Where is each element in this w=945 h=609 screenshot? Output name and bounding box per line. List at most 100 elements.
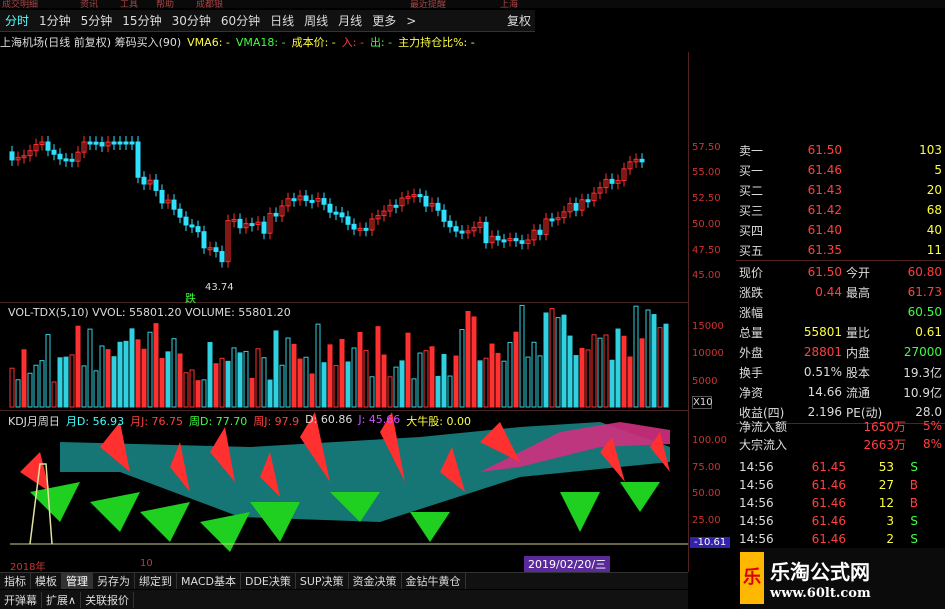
tab-dde[interactable]: DDE决策	[241, 573, 296, 589]
stat-value: 19.3亿	[903, 365, 942, 380]
top-menu-strip: 成交明细 资讯 工具 帮助 成都银 最近提醒 上海	[0, 0, 945, 10]
price-axis-label: 57.50	[692, 142, 721, 153]
restore-rights-button[interactable]: 复权	[507, 12, 535, 29]
tick-side: S	[910, 532, 918, 546]
flow-value: 2663万	[863, 437, 906, 452]
volume-bar	[33, 364, 39, 408]
stat-label: 现价	[739, 265, 764, 280]
period-tab-minute[interactable]: 分时	[0, 12, 34, 29]
candle-body	[609, 178, 615, 184]
tab-macd[interactable]: MACD基本	[177, 573, 241, 589]
tab-bind-to[interactable]: 绑定到	[135, 573, 177, 589]
period-tab-more[interactable]: 更多	[367, 12, 401, 29]
danmaku-button[interactable]: 开弹幕	[0, 591, 42, 608]
volume-bar	[603, 334, 609, 408]
volume-bar	[153, 323, 159, 408]
tab-golden[interactable]: 金钻牛黄仓	[402, 573, 466, 589]
order-row[interactable]: 买五 61.35 11	[736, 240, 945, 260]
period-tab-5min[interactable]: 5分钟	[76, 12, 118, 29]
menu-item[interactable]: 上海	[500, 0, 518, 10]
period-tab-month[interactable]: 月线	[333, 12, 367, 29]
stat-label: 今开	[846, 265, 871, 280]
menu-item[interactable]: 最近提醒	[410, 0, 446, 10]
kdj-green-spike	[140, 502, 190, 542]
axis-divider	[688, 52, 689, 572]
candle-body	[441, 209, 447, 222]
candle-body	[201, 231, 207, 249]
menu-item[interactable]: 工具	[120, 0, 138, 10]
candle-body	[351, 223, 357, 230]
order-qty: 11	[926, 243, 942, 257]
period-tab-week[interactable]: 周线	[299, 12, 333, 29]
tab-indicator[interactable]: 指标	[0, 573, 31, 589]
period-tab-day[interactable]: 日线	[265, 12, 299, 29]
volume-bar	[309, 373, 315, 408]
logo-text: 乐淘公式网	[770, 560, 870, 584]
candle-body	[333, 211, 339, 215]
period-tab-1min[interactable]: 1分钟	[34, 12, 76, 29]
volume-bar	[45, 334, 51, 408]
panel-divider[interactable]	[0, 302, 688, 303]
volume-bar	[81, 365, 87, 408]
period-tab-30min[interactable]: 30分钟	[167, 12, 216, 29]
tick-side: B	[909, 478, 918, 492]
order-row[interactable]: 买一 61.46 5	[736, 160, 945, 180]
kdj-month-j: 月J: 76.75	[130, 415, 184, 428]
volume-bar	[267, 379, 273, 408]
candle-body	[273, 212, 279, 217]
candle-body	[111, 141, 117, 145]
candle-body	[171, 199, 177, 210]
volume-axis-label: 10000	[692, 348, 724, 359]
volume-bar	[315, 323, 321, 408]
volume-bar	[15, 379, 21, 408]
chevron-right-icon[interactable]: >	[401, 14, 421, 28]
menu-item[interactable]: 成都银	[196, 0, 223, 10]
volume-bar	[633, 305, 639, 408]
volume-bar	[327, 344, 333, 408]
period-tab-15min[interactable]: 15分钟	[117, 12, 166, 29]
volume-bar	[303, 356, 309, 408]
candle-body	[177, 208, 183, 218]
volume-bar	[429, 346, 435, 408]
expand-button[interactable]: 扩展∧	[42, 591, 82, 608]
stat-value: 0.61	[915, 325, 942, 339]
related-quote-button[interactable]: 关联报价	[81, 591, 135, 608]
order-row[interactable]: 买四 61.40 40	[736, 220, 945, 240]
period-tab-60min[interactable]: 60分钟	[216, 12, 265, 29]
volume-bar	[351, 347, 357, 408]
menu-item[interactable]: 资讯	[80, 0, 98, 10]
period-toolbar: 分时 1分钟 5分钟 15分钟 30分钟 60分钟 日线 周线 月线 更多 > …	[0, 10, 535, 32]
kdj-red-spike	[20, 452, 50, 492]
tab-manage[interactable]: 管理	[62, 573, 93, 589]
stat-value: 60.50	[907, 305, 942, 319]
volume-bar	[333, 364, 339, 408]
volume-bar	[171, 338, 177, 408]
flow-label: 净流入额	[739, 419, 788, 434]
tab-sup[interactable]: SUP决策	[296, 573, 349, 589]
order-price: 61.46	[807, 163, 842, 177]
order-row[interactable]: 买二 61.43 20	[736, 180, 945, 200]
volume-bar	[201, 379, 207, 408]
panel-divider[interactable]	[0, 410, 688, 411]
candle-body	[141, 176, 147, 185]
menu-item[interactable]: 成交明细	[2, 0, 38, 10]
candle-body	[345, 216, 351, 225]
kdj-green-spike	[560, 492, 600, 532]
candle-body	[135, 141, 141, 178]
volume-bar	[291, 343, 297, 408]
order-label: 买五	[739, 243, 764, 258]
tick-row: 14:56 61.46 2 S	[736, 530, 945, 548]
order-row[interactable]: 卖一 61.50 103	[736, 140, 945, 160]
stat-label: 总量	[739, 325, 764, 340]
tab-save-as[interactable]: 另存为	[93, 573, 135, 589]
hold-label: 主力持仓比%: -	[398, 36, 475, 49]
candle-body	[57, 153, 63, 160]
candle-body	[393, 204, 399, 208]
kdj-axis-label: 50.00	[692, 488, 721, 499]
tab-template[interactable]: 模板	[31, 573, 62, 589]
menu-item[interactable]: 帮助	[156, 0, 174, 10]
tab-fund[interactable]: 资金决策	[349, 573, 402, 589]
order-row[interactable]: 买三 61.42 68	[736, 200, 945, 220]
tick-list[interactable]: 14:56 61.45 53 S 14:56 61.46 27 B 14:56 …	[736, 458, 945, 548]
volume-title: VOL-TDX(5,10) VVOL: 55801.20 VOLUME: 558…	[8, 306, 291, 319]
